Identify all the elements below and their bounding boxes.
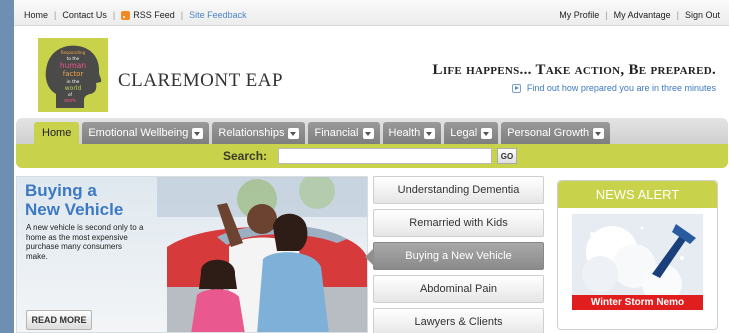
news-caption[interactable]: Winter Storm Nemo xyxy=(572,295,703,310)
utility-bar: Home | Contact Us | RSS Feed | Site Feed… xyxy=(14,0,729,26)
head-silhouette-icon: Responding to the human factor in the wo… xyxy=(45,45,102,108)
tagline: Life happens... Take action, Be prepared… xyxy=(432,62,716,78)
read-more-button[interactable]: READ MORE xyxy=(26,310,92,330)
page: Home | Contact Us | RSS Feed | Site Feed… xyxy=(14,0,729,333)
nav-tab-label: Financial xyxy=(314,127,359,139)
utility-links-left: Home | Contact Us | RSS Feed | Site Feed… xyxy=(24,10,247,20)
svg-text:of: of xyxy=(68,92,73,97)
feature-title-line: Buying a xyxy=(25,181,97,200)
dropdown-arrow-icon[interactable] xyxy=(424,127,436,139)
dropdown-arrow-icon[interactable] xyxy=(593,127,605,139)
brand-name[interactable]: CLAREMONT EAP xyxy=(118,70,283,92)
logo[interactable]: Responding to the human factor in the wo… xyxy=(38,38,108,112)
nav-tab-personal-growth[interactable]: Personal Growth xyxy=(501,122,611,144)
my-profile-link[interactable]: My Profile xyxy=(559,10,599,20)
feature-title[interactable]: Buying a New Vehicle xyxy=(25,181,155,219)
utility-links-right: My Profile | My Advantage | Sign Out xyxy=(559,10,720,20)
main-navigation: Home Emotional Wellbeing Relationships F… xyxy=(16,118,728,144)
nav-tab-label: Health xyxy=(388,127,421,139)
svg-text:Responding: Responding xyxy=(61,50,86,55)
nav-tab-relationships[interactable]: Relationships xyxy=(212,122,306,144)
svg-text:human: human xyxy=(60,61,86,70)
nav-tab-label: Emotional Wellbeing xyxy=(88,127,189,139)
nav-tab-health[interactable]: Health xyxy=(382,122,442,144)
search-label: Search: xyxy=(223,149,268,163)
topic-item-understanding-dementia[interactable]: Understanding Dementia xyxy=(373,176,544,204)
site-feedback-link[interactable]: Site Feedback xyxy=(189,10,247,20)
rss-feed-link[interactable]: RSS Feed xyxy=(133,10,175,20)
rss-icon[interactable] xyxy=(121,10,131,20)
svg-text:work: work xyxy=(64,98,76,104)
dropdown-arrow-icon[interactable] xyxy=(288,127,300,139)
search-go-button[interactable]: GO xyxy=(497,148,517,164)
my-advantage-link[interactable]: My Advantage xyxy=(614,10,671,20)
nav-tab-emotional-wellbeing[interactable]: Emotional Wellbeing xyxy=(82,122,210,144)
cta-label: Find out how prepared you are in three m… xyxy=(526,83,716,93)
news-alert-header: NEWS ALERT xyxy=(558,181,717,208)
news-alert-panel: NEWS ALERT Winter Storm Nemo xyxy=(557,180,718,330)
topic-item-remarried-with-kids[interactable]: Remarried with Kids xyxy=(373,209,544,237)
separator: | xyxy=(112,10,116,20)
nav-tab-label: Home xyxy=(42,127,72,139)
nav-tab-home[interactable]: Home xyxy=(34,122,80,144)
nav-tabs: Home Emotional Wellbeing Relationships F… xyxy=(34,122,613,144)
dropdown-arrow-icon[interactable] xyxy=(481,127,493,139)
separator: | xyxy=(180,10,184,20)
separator: | xyxy=(54,10,57,20)
nav-tab-label: Personal Growth xyxy=(507,127,590,139)
nav-tab-label: Legal xyxy=(450,127,478,139)
topic-item-buying-a-new-vehicle[interactable]: Buying a New Vehicle xyxy=(365,242,544,270)
preparedness-quiz-link[interactable]: Find out how prepared you are in three m… xyxy=(511,83,716,93)
site-header: Responding to the human factor in the wo… xyxy=(14,26,729,122)
arrow-right-icon xyxy=(511,83,521,93)
svg-text:factor: factor xyxy=(63,70,84,78)
search-bar: Search: GO xyxy=(16,144,728,168)
contact-us-link[interactable]: Contact Us xyxy=(62,10,107,20)
home-link[interactable]: Home xyxy=(24,10,48,20)
topic-list: Understanding Dementia Remarried with Ki… xyxy=(365,176,548,333)
topic-item-abdominal-pain[interactable]: Abdominal Pain xyxy=(373,275,544,303)
sign-out-link[interactable]: Sign Out xyxy=(685,10,720,20)
separator: | xyxy=(605,10,608,20)
nav-tab-legal[interactable]: Legal xyxy=(444,122,499,144)
search-input[interactable] xyxy=(278,148,492,164)
dropdown-arrow-icon[interactable] xyxy=(362,127,374,139)
separator: | xyxy=(676,10,679,20)
nav-tab-label: Relationships xyxy=(218,127,285,139)
dropdown-arrow-icon[interactable] xyxy=(192,127,204,139)
topic-item-lawyers-clients[interactable]: Lawyers & Clients xyxy=(373,308,544,333)
svg-text:world: world xyxy=(65,85,82,92)
feature-title-line: New Vehicle xyxy=(25,200,124,219)
featured-article: Buying a New Vehicle A new vehicle is se… xyxy=(16,176,368,333)
nav-tab-financial[interactable]: Financial xyxy=(308,122,380,144)
news-image[interactable]: Winter Storm Nemo xyxy=(572,214,703,310)
feature-description: A new vehicle is second only to a home a… xyxy=(26,223,144,261)
